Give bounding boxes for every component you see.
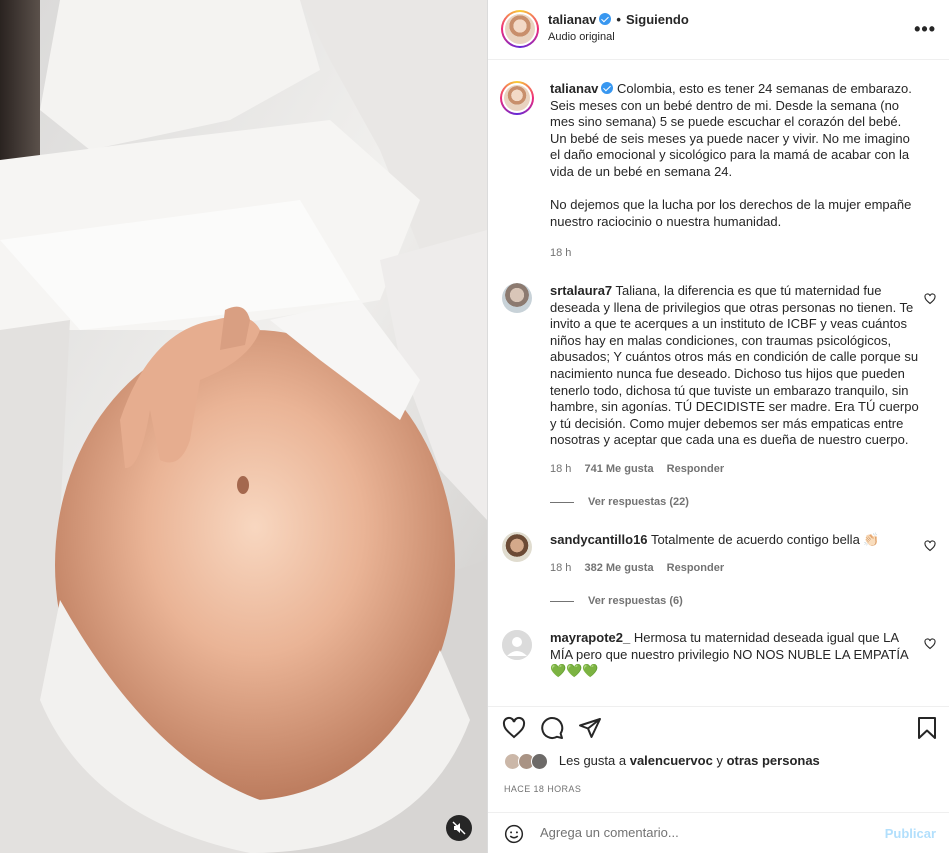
post-actions: Les gusta a valencuervoc y otras persona… [488, 706, 949, 853]
reply-button[interactable]: Responder [667, 562, 724, 574]
post-media[interactable] [0, 0, 487, 853]
default-avatar-icon [502, 630, 532, 660]
heart-icon[interactable] [924, 540, 936, 552]
caption-avatar[interactable] [500, 81, 534, 115]
separator-dot: • [616, 12, 621, 27]
likes-summary[interactable]: Les gusta a valencuervoc y otras persona… [504, 753, 820, 771]
more-options-button[interactable]: ••• [914, 19, 936, 40]
comment-text: Totalmente de acuerdo contigo bella 👏🏻 [650, 532, 880, 547]
audio-link[interactable]: Audio original [548, 31, 615, 43]
replies-divider [550, 501, 574, 503]
caption-text-2: No dejemos que la lucha por los derechos… [550, 197, 912, 229]
verified-icon [599, 13, 612, 25]
publish-button[interactable]: Publicar [885, 826, 936, 841]
reply-button[interactable]: Responder [667, 463, 724, 475]
comments-list[interactable]: talianav Colombia, esto es tener 24 sema… [488, 61, 949, 706]
comment-time: 18 h [550, 463, 572, 475]
view-replies-label: Ver respuestas (22) [588, 496, 689, 508]
comment-input[interactable] [540, 825, 870, 840]
share-icon[interactable] [578, 716, 602, 740]
comment-username[interactable]: srtalaura7 [550, 283, 612, 298]
post-header: talianav • Siguiendo Audio original ••• [488, 0, 949, 60]
view-replies-label: Ver respuestas (6) [588, 595, 683, 607]
caption-username[interactable]: talianav [550, 81, 598, 96]
mute-icon [452, 821, 466, 835]
bookmark-icon[interactable] [916, 716, 938, 740]
post-side-panel: talianav • Siguiendo Audio original ••• ta… [487, 0, 949, 853]
green-hearts-emoji: 💚💚💚 [550, 664, 599, 680]
more-icon: ••• [914, 19, 936, 39]
view-replies-button[interactable]: Ver respuestas (6) [550, 595, 683, 607]
author-avatar[interactable] [501, 10, 539, 48]
post-timestamp: HACE 18 HORAS [504, 784, 582, 794]
commenter-avatar[interactable] [502, 283, 532, 313]
comment-icon[interactable] [540, 716, 564, 740]
emoji-icon[interactable] [504, 824, 524, 844]
likes-prefix: Les gusta a [558, 753, 627, 768]
author-username[interactable]: talianav [548, 12, 596, 27]
mute-button[interactable] [446, 815, 472, 841]
other-likers-link[interactable]: otras personas [727, 753, 820, 768]
heart-icon[interactable] [924, 638, 936, 650]
comment-username[interactable]: mayrapote2_ [550, 630, 630, 645]
comment-username[interactable]: sandycantillo16 [550, 532, 648, 547]
replies-divider [550, 600, 574, 602]
liker-username[interactable]: valencuervoc [630, 753, 713, 768]
liker-avatar [531, 753, 549, 771]
comment-likes[interactable]: 741 Me gusta [584, 463, 653, 475]
caption-text: Colombia, esto es tener 24 semanas de em… [550, 81, 912, 179]
likes-conj: y [716, 753, 723, 768]
view-replies-button[interactable]: Ver respuestas (22) [550, 496, 689, 508]
commenter-avatar[interactable] [502, 532, 532, 562]
comment-likes[interactable]: 382 Me gusta [584, 562, 653, 574]
comment-time: 18 h [550, 562, 572, 574]
following-button[interactable]: Siguiendo [626, 12, 689, 27]
commenter-avatar[interactable] [502, 630, 532, 660]
video-frame [0, 0, 487, 853]
comment-text: Taliana, la diferencia es que tú materni… [550, 283, 919, 448]
like-heart-icon[interactable] [502, 716, 526, 740]
heart-icon[interactable] [924, 293, 936, 305]
add-comment-bar: Publicar [488, 812, 949, 853]
verified-icon [601, 82, 614, 94]
caption-time: 18 h [550, 247, 572, 259]
